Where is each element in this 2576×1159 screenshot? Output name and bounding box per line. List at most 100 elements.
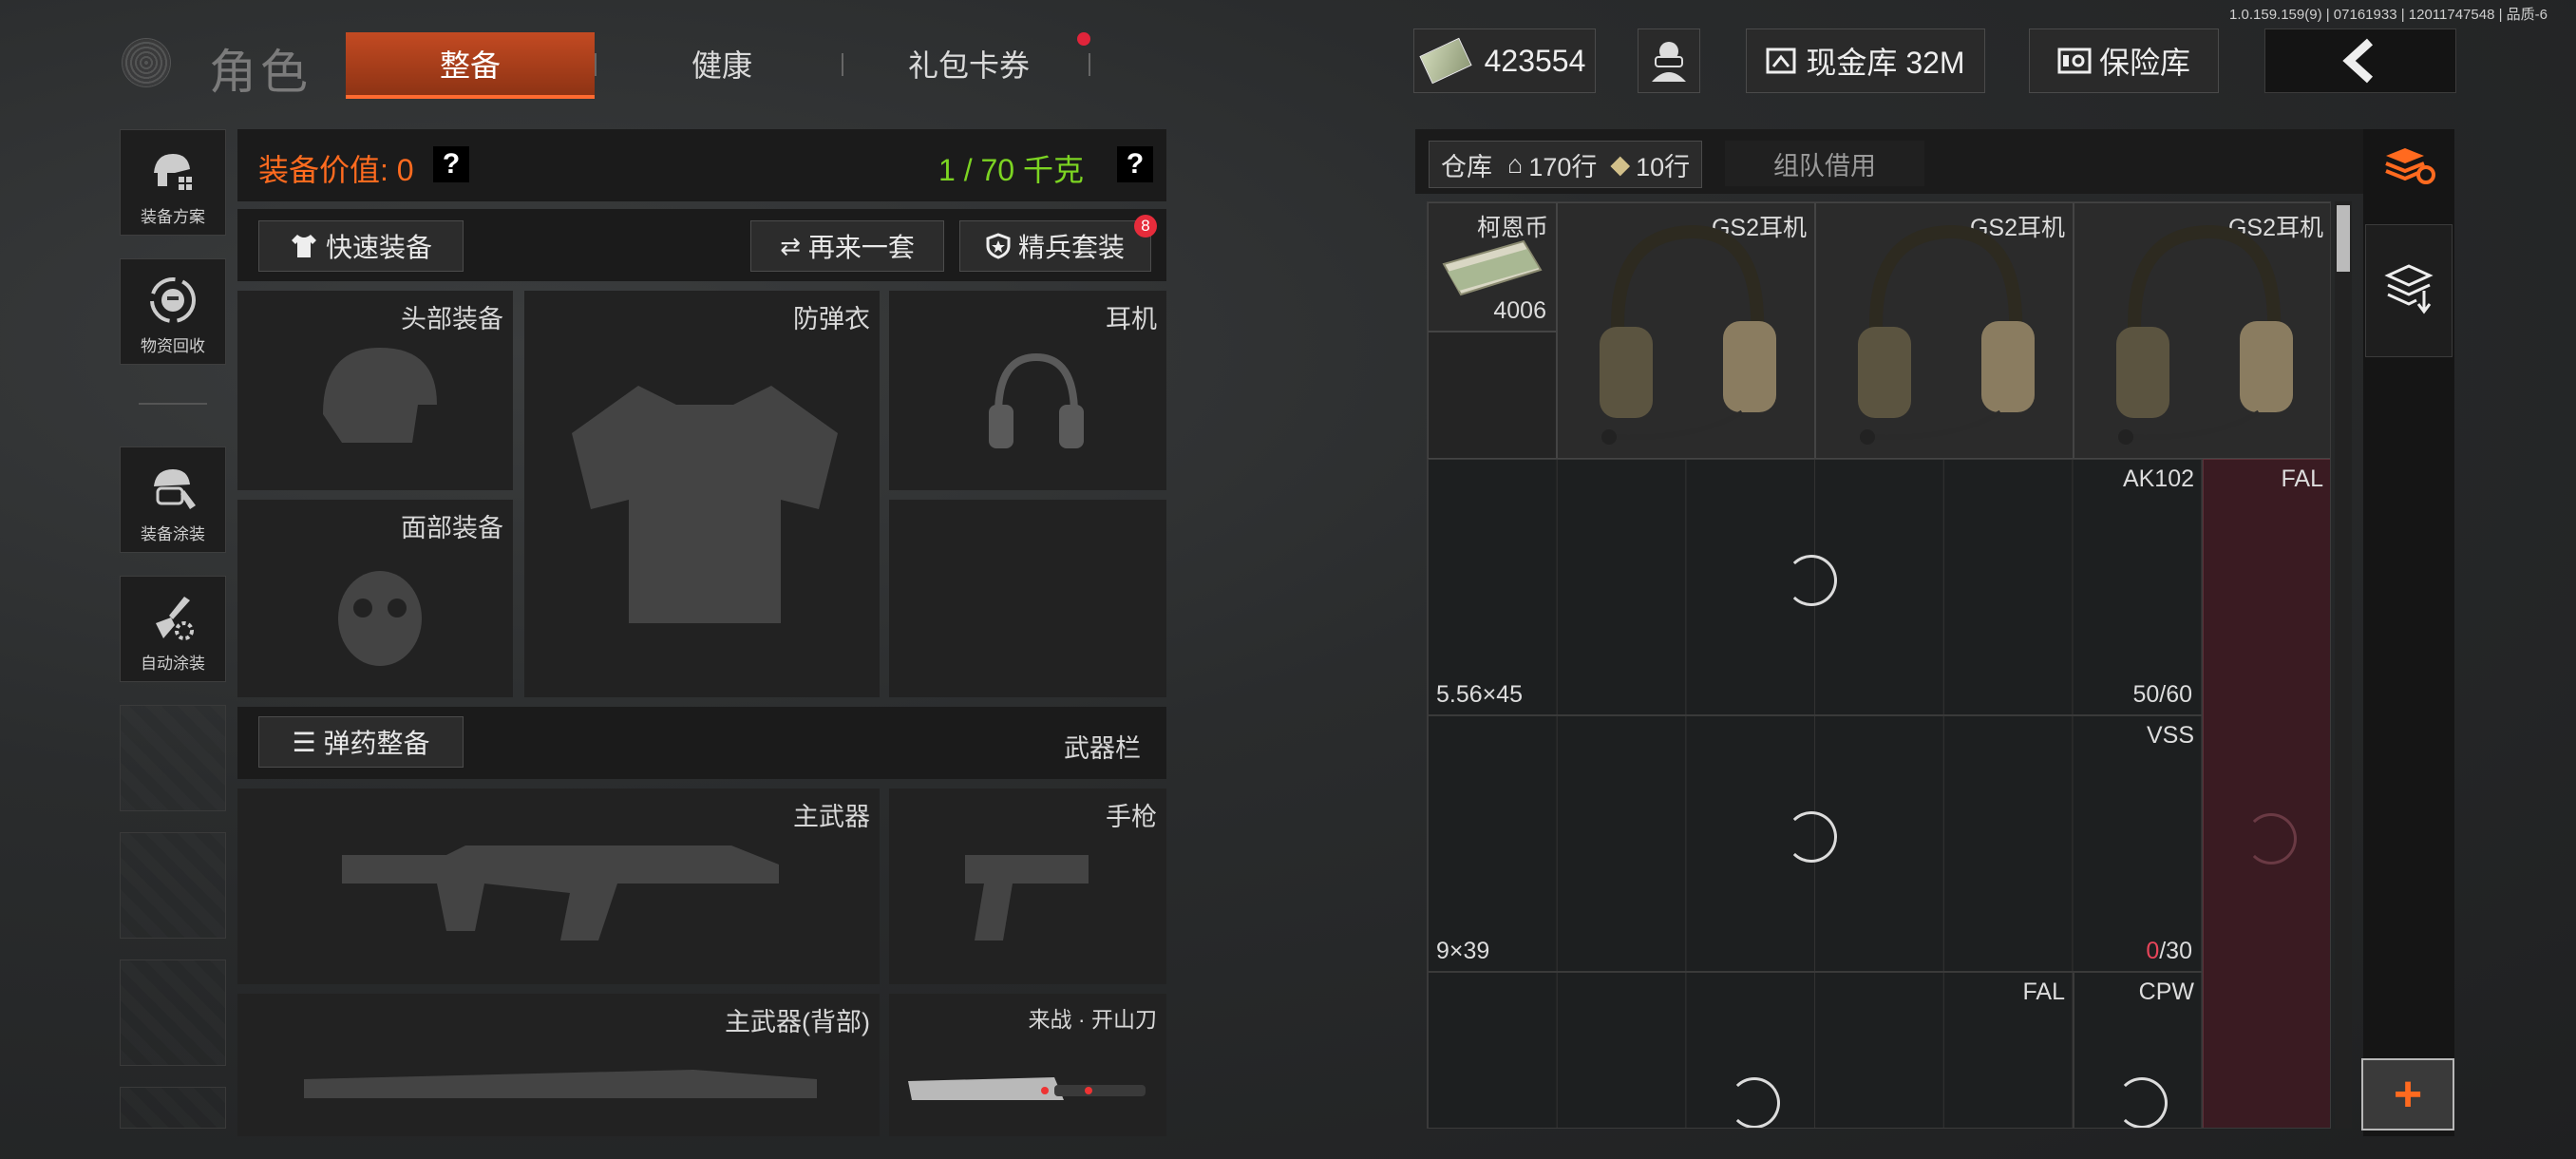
sidebar-empty-slot [120, 705, 226, 811]
slot-primary-back[interactable]: 主武器(背部) [237, 994, 880, 1136]
item-vss[interactable]: VSS 9×39 0/30 [1428, 715, 2203, 972]
item-headset[interactable]: GS2耳机 [1557, 202, 1815, 459]
slot-head[interactable]: 头部装备 [237, 291, 513, 490]
tab-divider [1089, 53, 1090, 76]
vault-icon [1766, 48, 1796, 74]
role-logo-icon [122, 38, 171, 87]
tab-divider [595, 53, 597, 76]
slot-armor[interactable]: 防弹衣 [524, 291, 880, 697]
stash-sort-button[interactable] [2365, 224, 2453, 357]
agent-avatar-icon [1652, 42, 1686, 82]
weight-readout: 1 / 70 千克 [938, 153, 1084, 187]
ammo-prep-button[interactable]: ☰ 弹药整备 [258, 716, 464, 768]
loading-spinner-icon [1786, 811, 1837, 863]
home-icon: ⌂ [1507, 149, 1524, 179]
item-ak102[interactable]: AK102 5.56×45 50/60 [1428, 459, 2203, 715]
tab-health[interactable]: 健康 [627, 32, 817, 95]
value-help-button[interactable]: ? [433, 146, 469, 182]
currency-display[interactable]: 423554 [1413, 28, 1596, 93]
slot-label: 耳机 [1106, 305, 1157, 333]
cash-stack-icon [1419, 37, 1472, 85]
slot-face[interactable]: 面部装备 [237, 500, 513, 697]
item-ammo: 50/60 [2132, 681, 2192, 708]
safe-button[interactable]: 保险库 [2029, 28, 2219, 93]
ammo-icon: ☰ [292, 727, 316, 757]
sidebar-item-label: 装备涂装 [141, 525, 205, 543]
agent-button[interactable] [1638, 28, 1700, 93]
stash-tab-label: 仓库 [1441, 152, 1492, 181]
machete-icon [908, 1077, 1146, 1100]
slot-label: 来战 · 开山刀 [1028, 1007, 1157, 1032]
grid-cell-empty[interactable] [1428, 332, 1557, 459]
equipment-value: 装备价值: 0 [258, 153, 414, 187]
cash-vault-button[interactable]: 现金库 32M [1746, 28, 1985, 93]
face-mask-icon [338, 571, 422, 666]
quick-equip-label: 快速装备 [325, 233, 432, 262]
slot-headset[interactable]: 耳机 [889, 291, 1166, 490]
stash-tab[interactable]: 仓库 ⌂ 170行 ◆ 10行 [1429, 141, 1703, 188]
item-name: CPW [2138, 978, 2194, 1005]
item-name: AK102 [2122, 466, 2194, 492]
back-button[interactable] [2264, 28, 2456, 93]
stash-extra-rows: 10行 [1636, 152, 1691, 181]
slot-pistol[interactable]: 手枪 [889, 788, 1166, 984]
stash-scrollbar[interactable] [2335, 201, 2352, 1129]
helmet-brush-icon [154, 469, 196, 509]
helmet-gear-icon [154, 154, 192, 190]
sidebar-loadout-plan[interactable]: 装备方案 [120, 129, 226, 236]
elite-set-button[interactable]: 精兵套装 [959, 220, 1151, 272]
item-headset[interactable]: GS2耳机 [2074, 202, 2330, 459]
slot-melee[interactable]: 来战 · 开山刀 [889, 994, 1166, 1136]
loading-spinner-icon [2116, 1077, 2168, 1128]
item-caliber: 9×39 [1436, 938, 1490, 964]
tab-equip[interactable]: 整备 [346, 32, 595, 99]
layers-download-icon [2384, 264, 2434, 314]
team-borrow-tab[interactable]: 组队借用 [1725, 141, 1924, 186]
tab-gift-coupons[interactable]: 礼包卡券 [855, 32, 1083, 95]
stash-scroll-thumb[interactable] [2337, 205, 2350, 272]
slot-label: 头部装备 [401, 305, 503, 333]
item-name: FAL [2022, 978, 2065, 1005]
loading-spinner-icon [2245, 813, 2297, 864]
refresh-icon: ⇄ [780, 231, 801, 260]
sidebar-empty-slot [120, 832, 226, 939]
equip-again-button[interactable]: ⇄ 再来一套 [750, 220, 944, 272]
slot-label: 防弹衣 [793, 305, 870, 333]
stash-grid[interactable]: 柯恩币 4006 GS2耳机 GS2耳机 GS2耳机 AK102 5.56×45… [1427, 201, 2331, 1129]
stack-refresh-button[interactable] [2380, 142, 2437, 190]
item-coin[interactable]: 柯恩币 4006 [1428, 202, 1557, 332]
sidebar-supply-recycle[interactable]: 物资回收 [120, 258, 226, 365]
elite-set-label: 精兵套装 [1017, 233, 1125, 262]
quick-equip-button[interactable]: 快速装备 [258, 220, 464, 272]
add-button[interactable]: + [2361, 1058, 2454, 1130]
headset-icon [1858, 224, 2035, 445]
weight-help-button[interactable]: ? [1117, 146, 1153, 182]
banknote-stack-icon [1442, 239, 1543, 296]
loading-spinner-icon [1729, 1077, 1780, 1128]
item-headset[interactable]: GS2耳机 [1815, 202, 2074, 459]
ammo-prep-label: 弹药整备 [323, 729, 430, 758]
slot-primary[interactable]: 主武器 [237, 788, 880, 984]
item-cpw[interactable]: CPW [2074, 972, 2203, 1128]
body-armor-icon [572, 386, 838, 623]
rifle-back-icon [304, 1070, 817, 1098]
sidebar-empty-slot [120, 960, 226, 1066]
slot-label: 主武器(背部) [725, 1008, 870, 1036]
item-fal[interactable]: FAL [1428, 972, 2074, 1128]
sidebar-divider [139, 403, 207, 405]
ticket-icon: ◆ [1610, 149, 1631, 179]
item-count: 4006 [1493, 297, 1546, 324]
loading-spinner-icon [1786, 555, 1837, 606]
sidebar-auto-paint[interactable]: 自动涂装 [120, 576, 226, 682]
safe-label: 保险库 [2098, 46, 2190, 80]
back-arrow-icon [2342, 38, 2374, 84]
item-fal-highlighted[interactable]: FAL [2203, 459, 2330, 1128]
elite-count-badge: 8 [1134, 215, 1157, 238]
shield-icon [986, 233, 1011, 259]
currency-amount: 423554 [1484, 43, 1586, 78]
slot-label: 主武器 [793, 803, 870, 831]
sidebar-equip-paint[interactable]: 装备涂装 [120, 446, 226, 553]
cash-vault-label: 现金库 32M [1806, 46, 1965, 80]
layers-refresh-icon [2385, 148, 2435, 184]
recycle-face-icon [150, 277, 196, 323]
